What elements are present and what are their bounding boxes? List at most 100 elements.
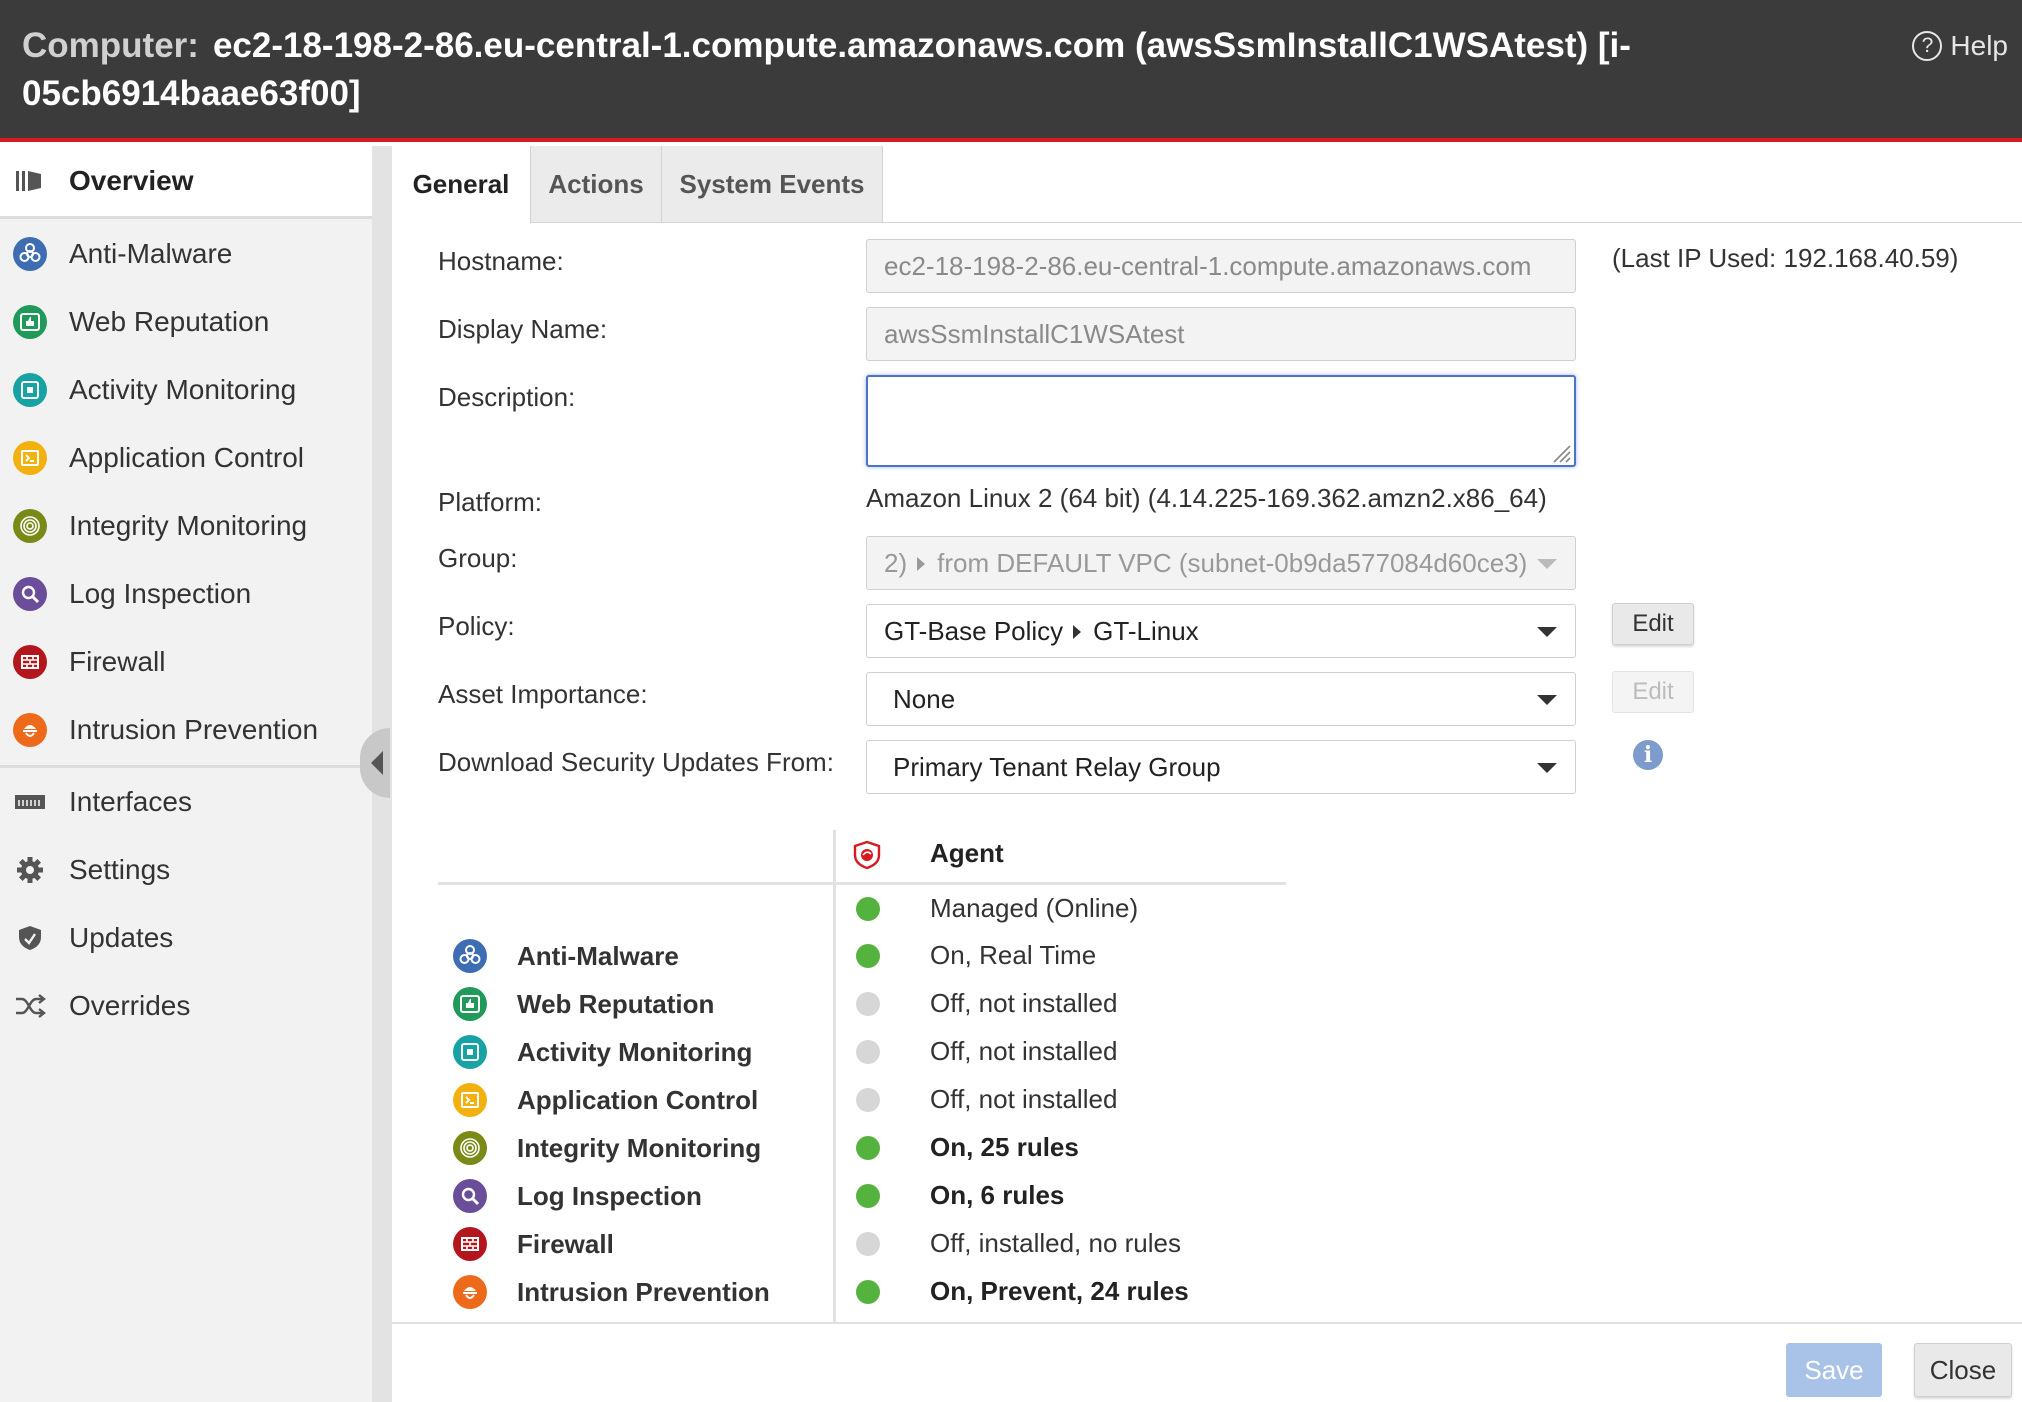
module-status-text: On, Prevent, 24 rules [930,1276,1189,1306]
ethernet-icon [13,785,47,819]
sidebar-item-label: Anti-Malware [69,238,233,269]
description-label: Description: [438,382,576,412]
sidebar-item-settings[interactable]: Settings [0,837,372,903]
module-name: Intrusion Prevention [517,1277,770,1307]
sidebar-item-label: Interfaces [69,786,192,817]
group-select[interactable]: 2) from DEFAULT VPC (subnet-0b9da577084d6… [866,536,1576,590]
sidebar-item-updates[interactable]: Updates [0,905,372,971]
module-name: Integrity Monitoring [517,1133,762,1163]
sidebar-item-application-control[interactable]: Application Control [0,425,372,491]
policy-select[interactable]: GT-Base Policy GT-Linux [866,604,1576,658]
module-status-indicator [856,1280,880,1304]
table-divider [438,882,1286,885]
intrusion-prevention-icon [13,713,47,747]
sidebar-item-label: Integrity Monitoring [69,510,308,541]
sidebar-item-overrides[interactable]: Overrides [0,973,372,1039]
help-icon: ? [1912,31,1943,61]
table-row: Integrity Monitoring [438,1125,1238,1171]
biohazard-icon [13,237,47,271]
sidebar-item-label: Overview [69,165,194,196]
sidebar-divider [0,765,372,768]
intrusion-prevention-icon [453,1275,487,1309]
asset-importance-label: Asset Importance: [438,679,648,709]
chevron-down-icon [1537,763,1557,773]
chevron-down-icon [1537,627,1557,637]
policy-label: Policy: [438,611,515,641]
info-icon[interactable]: i [1633,740,1663,770]
sidebar-item-label: Firewall [69,646,166,677]
sidebar-item-log-inspection[interactable]: Log Inspection [0,561,372,627]
module-status-text: Off, not installed [930,1036,1118,1066]
shield-update-icon [13,921,47,955]
shuffle-icon [13,989,47,1023]
tab-general[interactable]: General [392,146,531,224]
module-name: Application Control [517,1085,759,1115]
tab-system-events[interactable]: System Events [662,146,883,222]
help-button[interactable]: ? Help [1912,30,2008,62]
sidebar-item-firewall[interactable]: Firewall [0,629,372,695]
breadcrumb-arrow-icon [1073,625,1082,640]
module-status-text: Off, not installed [930,988,1118,1018]
module-status-text: Off, not installed [930,1084,1118,1114]
terminal-icon [13,441,47,475]
module-name: Firewall [517,1229,614,1259]
save-button[interactable]: Save [1786,1343,1882,1397]
fingerprint-icon [453,1131,487,1165]
sidebar-item-activity-monitoring[interactable]: Activity Monitoring [0,357,372,423]
footer-divider [392,1322,2022,1324]
module-name: Activity Monitoring [517,1037,753,1067]
sidebar-item-anti-malware[interactable]: Anti-Malware [0,221,372,287]
policy-edit-button[interactable]: Edit [1612,603,1694,645]
window-header: Computer: ec2-18-198-2-86.eu-central-1.co… [0,0,2022,142]
magnifier-icon [453,1179,487,1213]
sidebar-item-label: Activity Monitoring [69,374,297,405]
sidebar-item-intrusion-prevention[interactable]: Intrusion Prevention [0,697,372,763]
sidebar-item-label: Application Control [69,442,305,473]
sidebar-item-integrity-monitoring[interactable]: Integrity Monitoring [0,493,372,559]
sidebar-item-interfaces[interactable]: Interfaces [0,769,372,835]
asset-edit-button[interactable]: Edit [1612,671,1694,713]
sidebar: Overview Anti-Malware Web Reputation Act… [0,146,373,1402]
module-status-indicator [856,1088,880,1112]
tab-bar: General Actions System Events [392,146,2022,224]
module-name: Web Reputation [517,989,715,1019]
agent-status-indicator [856,897,880,921]
module-status-text: On, Real Time [930,940,1097,970]
sidebar-item-overview[interactable]: Overview [0,146,372,216]
module-status-text: On, 6 rules [930,1180,1065,1210]
sidebar-item-label: Settings [69,854,171,885]
agent-status-text: Managed (Online) [930,893,1139,923]
chevron-down-icon [1537,695,1557,705]
download-updates-value: Primary Tenant Relay Group [893,752,1221,782]
sidebar-divider [0,216,372,219]
page-title: Computer: ec2-18-198-2-86.eu-central-1.co… [22,22,1842,118]
activity-monitoring-icon [13,373,47,407]
asset-importance-select[interactable]: None [866,672,1576,726]
resize-grip-icon[interactable] [1548,440,1572,464]
tab-actions[interactable]: Actions [531,146,662,222]
module-name: Log Inspection [517,1181,702,1211]
sidebar-item-label: Updates [69,922,174,953]
sidebar-item-web-reputation[interactable]: Web Reputation [0,289,372,355]
module-status-indicator [856,944,880,968]
web-reputation-icon [453,987,487,1021]
hostname-field[interactable]: ec2-18-198-2-86.eu-central-1.compute.ama… [866,239,1576,293]
sidebar-item-label: Overrides [69,990,191,1021]
close-button[interactable]: Close [1914,1343,2012,1397]
firewall-icon [453,1227,487,1261]
last-ip-text: (Last IP Used: 192.168.40.59) [1612,243,1959,273]
agent-column-header: Agent [930,838,1004,868]
module-status-indicator [856,1040,880,1064]
gear-icon [13,853,47,887]
firewall-icon [13,645,47,679]
hostname-label: Hostname: [438,246,564,276]
display-name-field[interactable]: awsSsmInstallC1WSAtest [866,307,1576,361]
title-prefix: Computer: [22,26,199,65]
table-row: Log Inspection [438,1173,1238,1219]
platform-value: Amazon Linux 2 (64 bit) (4.14.225-169.36… [866,483,1547,513]
table-row: Application Control [438,1077,1238,1123]
download-updates-select[interactable]: Primary Tenant Relay Group [866,740,1576,794]
module-status-indicator [856,992,880,1016]
description-textarea[interactable] [866,375,1576,467]
table-row: Web Reputation [438,981,1238,1027]
